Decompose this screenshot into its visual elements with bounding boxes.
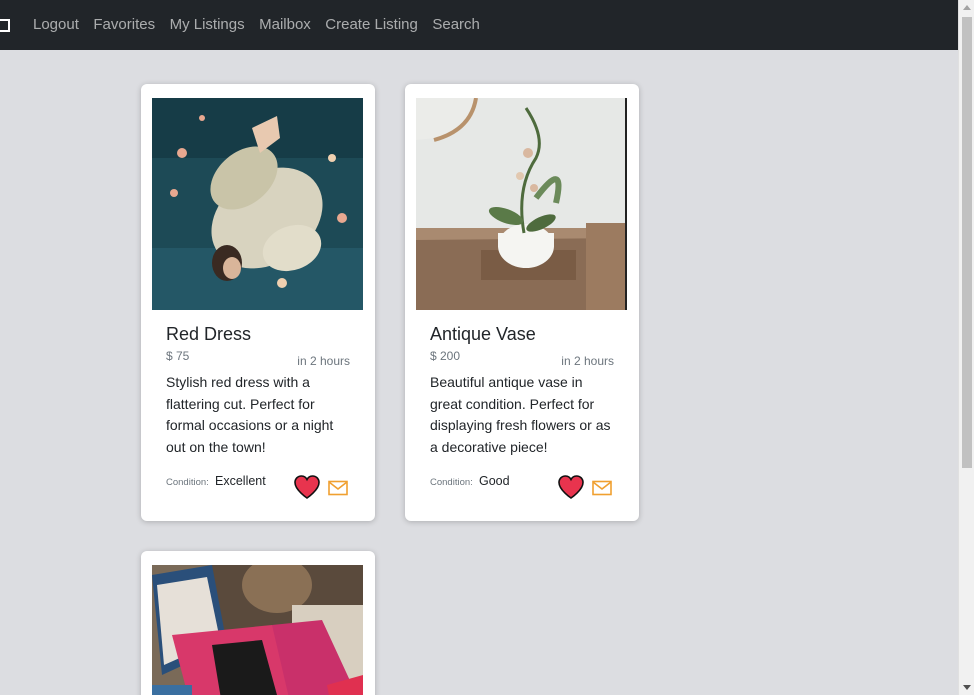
condition-value: Excellent xyxy=(215,474,266,488)
listing-card[interactable] xyxy=(141,551,375,695)
magazines-photo xyxy=(152,565,363,695)
nav-link-my-listings[interactable]: My Listings xyxy=(170,16,245,33)
mail-icon[interactable] xyxy=(328,480,348,496)
listing-description: Beautiful antique vase in great conditio… xyxy=(430,374,611,455)
nav-link-favorites[interactable]: Favorites xyxy=(93,16,155,33)
listing-title[interactable]: Antique Vase xyxy=(430,324,536,345)
listing-image[interactable] xyxy=(152,565,363,695)
heart-icon[interactable] xyxy=(557,474,585,500)
navbar: Logout Favorites My Listings Mailbox Cre… xyxy=(0,0,958,50)
scroll-up-icon[interactable] xyxy=(963,5,971,10)
listing-card[interactable]: Red Dress $ 75 in 2 hours Stylish red dr… xyxy=(141,84,375,521)
nav-link-logout[interactable]: Logout xyxy=(33,16,79,33)
scroll-thumb[interactable] xyxy=(962,17,972,468)
red-dress-photo xyxy=(152,98,363,310)
nav-link-mailbox[interactable]: Mailbox xyxy=(259,16,311,33)
listing-time: in 2 hours xyxy=(561,354,614,368)
mail-icon[interactable] xyxy=(592,480,612,496)
listing-description: Stylish red dress with a flattering cut.… xyxy=(166,374,334,455)
condition-value: Good xyxy=(479,474,510,488)
nav-link-create-listing[interactable]: Create Listing xyxy=(325,16,418,33)
brand-logo[interactable] xyxy=(0,19,10,32)
antique-vase-photo xyxy=(416,98,627,310)
scroll-down-icon[interactable] xyxy=(963,685,971,690)
listing-title[interactable]: Red Dress xyxy=(166,324,251,345)
listing-image[interactable] xyxy=(152,98,363,310)
listing-price: $ 75 xyxy=(166,349,190,363)
listing-image[interactable] xyxy=(416,98,627,310)
heart-icon[interactable] xyxy=(293,474,321,500)
condition-label: Condition: xyxy=(430,477,473,488)
nav-links: Logout Favorites My Listings Mailbox Cre… xyxy=(33,16,494,33)
condition-label: Condition: xyxy=(166,477,209,488)
listing-price: $ 200 xyxy=(430,349,461,363)
vertical-scrollbar[interactable] xyxy=(958,0,974,695)
listing-time: in 2 hours xyxy=(297,354,350,368)
listing-card[interactable]: Antique Vase $ 200 in 2 hours Beautiful … xyxy=(405,84,639,521)
nav-link-search[interactable]: Search xyxy=(432,16,480,33)
